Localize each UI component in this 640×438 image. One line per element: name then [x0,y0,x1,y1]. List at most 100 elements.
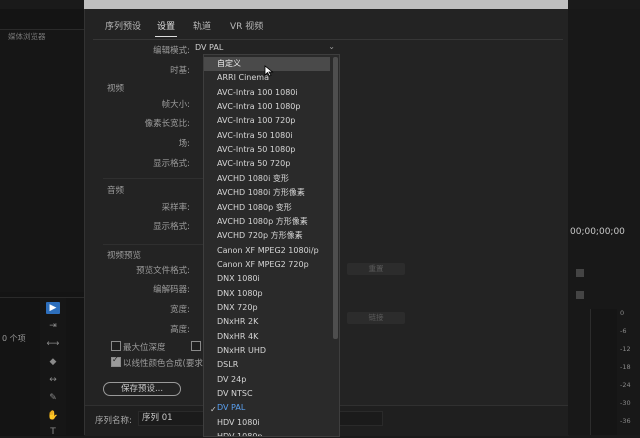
dropdown-option[interactable]: AVC-Intra 100 1080i [204,86,330,100]
dropdown-option[interactable]: AVCHD 720p 方形像素 [204,229,330,243]
max-depth-checkbox[interactable] [111,341,121,351]
divider [103,244,205,245]
dropdown-option[interactable]: DNX 1080p [204,287,330,301]
divider [103,178,205,179]
chevron-down-icon: ⌄ [328,42,335,51]
meter-tick-label: -12 [620,345,631,353]
dropdown-option-label: DV 24p [217,374,247,384]
media-browser-pane [0,29,84,292]
dropdown-option[interactable]: AVCHD 1080p 方形像素 [204,215,330,229]
timebase-label: 时基: [170,66,190,76]
dropdown-option[interactable]: HDV 1080i [204,416,330,430]
razor-tool-icon[interactable]: ◆ [46,356,60,368]
dropdown-option[interactable]: ✓ DV PAL [204,401,330,415]
hand-tool-icon[interactable]: ✋ [46,410,60,422]
slip-tool-icon[interactable]: ↔ [46,374,60,386]
meter-tick-label: 0 [620,309,625,317]
codec-label: 编解码器: [153,285,190,295]
dropdown-option-label: DNxHR 2K [217,317,259,327]
frame-size-label: 帧大小: [161,100,190,110]
dropdown-option[interactable]: Canon XF MPEG2 1080i/p [204,244,330,258]
panel-menu-icon[interactable] [576,291,584,299]
meter-tick-label: -24 [620,381,631,389]
dropdown-option[interactable]: HDV 1080p [204,430,330,436]
reset-button[interactable]: 重置 [347,263,405,275]
dropdown-option-label: AVCHD 1080i 变形 [217,173,289,183]
dropdown-option[interactable]: DNX 720p [204,301,330,315]
display-format-label: 显示格式: [153,159,190,169]
dropdown-option-label: DNxHR UHD [217,346,267,355]
ripple-edit-tool-icon[interactable]: ⟷ [46,338,60,350]
dropdown-option-label: 自定义 [217,59,241,68]
dropdown-option-label: AVC-Intra 100 1080p [217,102,301,112]
dropdown-option[interactable]: DNxHR 4K [204,330,330,344]
dropdown-scrollbar[interactable] [333,57,338,339]
dropdown-option[interactable]: AVC-Intra 50 1080p [204,143,330,157]
dropdown-option[interactable]: AVCHD 1080p 变形 [204,201,330,215]
dropdown-option-label: ✓ DV PAL [210,403,246,414]
dropdown-option[interactable]: DNxHR UHD [204,344,330,358]
right-program-panel: 00;00;00;00 0 -6 -12 -18 -24 -30 -36 [568,9,640,435]
dropdown-option[interactable]: DV 24p [204,373,330,387]
max-quality-checkbox[interactable] [191,341,201,351]
tab-sequence-presets[interactable]: 序列预设 [105,19,141,32]
dropdown-option-label: AVCHD 1080p 方形像素 [217,216,308,226]
wrench-icon[interactable] [576,269,584,277]
dropdown-option-label: AVC-Intra 50 720p [217,159,291,169]
audio-display-format-label: 显示格式: [153,222,190,232]
width-label: 宽度: [170,305,190,315]
dropdown-option-label: DV NTSC [217,389,253,399]
dropdown-option-label: ARRI Cinema [217,73,269,83]
type-tool-icon[interactable]: T [46,426,60,438]
pen-tool-icon[interactable]: ✎ [46,392,60,404]
link-button[interactable]: 链接 [347,312,405,324]
video-section-title: 视频 [107,84,125,94]
dropdown-option[interactable]: DNX 1080i [204,272,330,286]
selection-tool-icon[interactable]: ▶ [46,302,60,314]
dropdown-option-text: DV PAL [217,403,246,413]
dropdown-option[interactable]: DV NTSC [204,387,330,401]
edit-mode-label: 编辑模式: [153,46,190,56]
pixel-aspect-label: 像素长宽比: [144,119,190,129]
media-browser-label: 媒体浏览器 [8,32,46,41]
tab-vr-video[interactable]: VR 视频 [230,19,263,32]
dropdown-option[interactable]: AVC-Intra 100 720p [204,114,330,128]
height-label: 高度: [170,325,190,335]
dropdown-option-label: DSLR [217,360,239,370]
dropdown-option[interactable]: DSLR [204,358,330,372]
linear-composite-checkbox[interactable] [111,355,121,367]
timecode-display: 00;00;00;00 [570,227,625,237]
dropdown-option[interactable]: AVCHD 1080i 变形 [204,172,330,186]
dropdown-option-label: Canon XF MPEG2 720p [217,259,309,269]
meter-tick-label: -36 [620,417,631,425]
track-select-tool-icon[interactable]: ⇥ [46,320,60,332]
edit-mode-value: DV PAL [195,43,224,52]
tab-settings[interactable]: 设置 [154,19,178,37]
meter-tick-label: -6 [620,327,627,335]
dropdown-option[interactable]: AVCHD 1080i 方形像素 [204,186,330,200]
mouse-cursor-icon [264,65,274,77]
save-preset-button[interactable]: 保存预设... [103,382,181,396]
dropdown-option[interactable]: AVC-Intra 50 720p [204,157,330,171]
dropdown-option-label: AVC-Intra 100 1080i [217,87,298,97]
tab-underline [93,39,563,40]
sequence-name-label: 序列名称: [95,416,132,426]
preview-file-format-label: 预览文件格式: [136,266,190,276]
dropdown-option-label: DNX 1080p [217,288,263,298]
dropdown-option-label: DNX 1080i [217,274,260,284]
dropdown-option[interactable]: AVC-Intra 50 1080i [204,129,330,143]
dropdown-option[interactable]: Canon XF MPEG2 720p [204,258,330,272]
dropdown-option-label: HDV 1080i [217,417,260,427]
fields-label: 场: [178,139,190,149]
project-item-count: 0 个项 [2,334,26,343]
tools-panel: ▶ ⇥ ⟷ ◆ ↔ ✎ ✋ T [40,298,66,438]
dropdown-option-label: AVC-Intra 100 720p [217,116,296,126]
dialog-tabs: 序列预设 设置 轨道 VR 视频 [85,19,569,37]
edit-mode-select[interactable]: DV PAL ⌄ [195,42,335,54]
dropdown-option[interactable]: DNxHR 2K [204,315,330,329]
dropdown-option-label: Canon XF MPEG2 1080i/p [217,245,319,255]
linear-composite-label: 以线性颜色合成(要求 [123,359,203,369]
tab-tracks[interactable]: 轨道 [193,19,211,32]
dropdown-option[interactable]: AVC-Intra 100 1080p [204,100,330,114]
meter-tick-label: -18 [620,363,631,371]
